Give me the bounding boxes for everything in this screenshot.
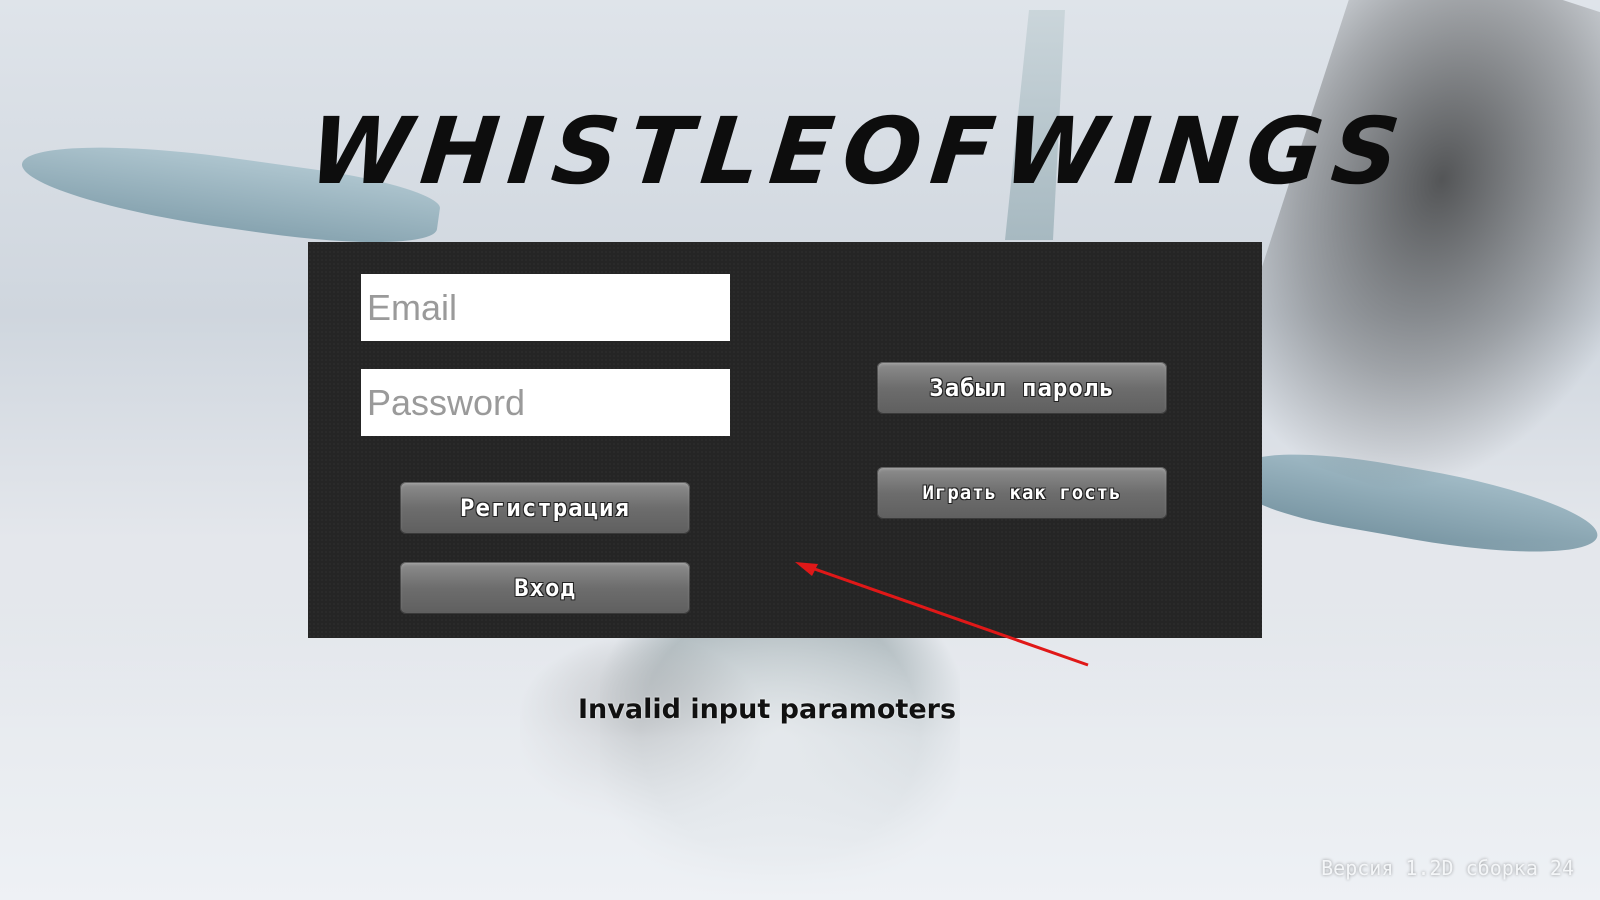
- email-field[interactable]: [361, 274, 730, 341]
- login-button[interactable]: Вход: [400, 562, 690, 614]
- login-button-label: Вход: [514, 574, 576, 602]
- register-button[interactable]: Регистрация: [400, 482, 690, 534]
- password-field[interactable]: [361, 369, 730, 436]
- title-word-1: WHISTLE: [304, 97, 849, 205]
- error-message: Invalid input paramoters: [578, 694, 957, 725]
- login-panel: Регистрация Вход Забыл пароль Играть как…: [308, 242, 1262, 638]
- register-button-label: Регистрация: [460, 494, 630, 522]
- play-as-guest-label: Играть как гость: [922, 482, 1122, 504]
- game-title: WHISTLE OF WINGS: [304, 96, 1414, 206]
- version-label: Версия 1.2D сборка 24: [1321, 856, 1574, 880]
- title-word-2: OF: [837, 97, 1010, 205]
- forgot-password-label: Забыл пароль: [929, 374, 1115, 402]
- title-word-3: WINGS: [998, 97, 1415, 205]
- play-as-guest-button[interactable]: Играть как гость: [877, 467, 1167, 519]
- forgot-password-button[interactable]: Забыл пароль: [877, 362, 1167, 414]
